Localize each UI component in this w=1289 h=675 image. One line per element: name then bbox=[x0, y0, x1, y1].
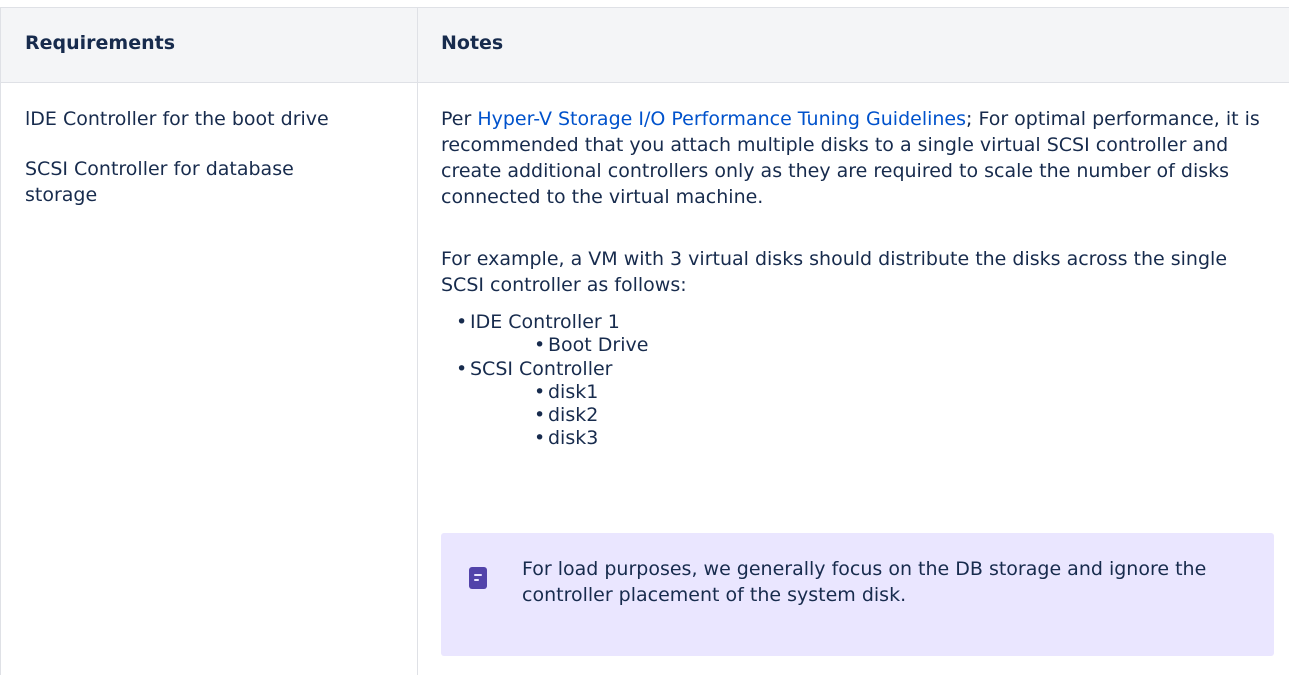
requirements-table: Requirements Notes lDE Controller for th… bbox=[0, 0, 1289, 675]
list-item-boot-drive: • Boot Drive bbox=[534, 334, 649, 357]
list-item-disk1: • disk1 bbox=[534, 380, 599, 403]
list-item-disk3: • disk3 bbox=[534, 427, 599, 450]
header-requirements: Requirements bbox=[25, 32, 176, 54]
list-item-label: disk3 bbox=[548, 427, 599, 450]
column-divider bbox=[417, 7, 418, 675]
list-item-disk2: • disk2 bbox=[534, 404, 599, 427]
requirement-ide-controller: lDE Controller for the boot drive bbox=[25, 108, 329, 130]
notes-prefix: Per bbox=[441, 108, 478, 130]
list-item-label: SCSI Controller bbox=[470, 357, 613, 380]
list-item-label: IDE Controller 1 bbox=[470, 311, 620, 333]
list-item-label: disk2 bbox=[548, 404, 599, 427]
note-panel-text: For load purposes, we generally focus on… bbox=[522, 558, 1207, 606]
notes-paragraph-2: For example, a VM with 3 virtual disks s… bbox=[441, 248, 1228, 296]
note-icon bbox=[469, 567, 487, 589]
header-bottom-border bbox=[0, 82, 1289, 83]
tuning-guidelines-link[interactable]: Hyper-V Storage I/O Performance Tuning G… bbox=[477, 108, 966, 130]
list-item-ide-controller: • IDE Controller 1 bbox=[456, 311, 620, 333]
requirement-scsi-controller: SCSI Controller for database storage bbox=[25, 158, 294, 206]
list-item-label: Boot Drive bbox=[548, 334, 649, 357]
list-item-label: disk1 bbox=[548, 380, 599, 403]
controller-list: • IDE Controller 1 • Boot Drive • SCSI Cont… bbox=[456, 311, 648, 451]
note-panel: For load purposes, we generally focus on… bbox=[441, 533, 1274, 656]
table-top-border bbox=[0, 7, 1289, 8]
notes-paragraph-1: Per Hyper-V Storage I/O Performance Tuni… bbox=[441, 106, 1271, 210]
table-left-border bbox=[0, 7, 1, 675]
list-item-scsi-controller: • SCSI Controller bbox=[456, 357, 613, 380]
header-notes: Notes bbox=[441, 32, 504, 54]
